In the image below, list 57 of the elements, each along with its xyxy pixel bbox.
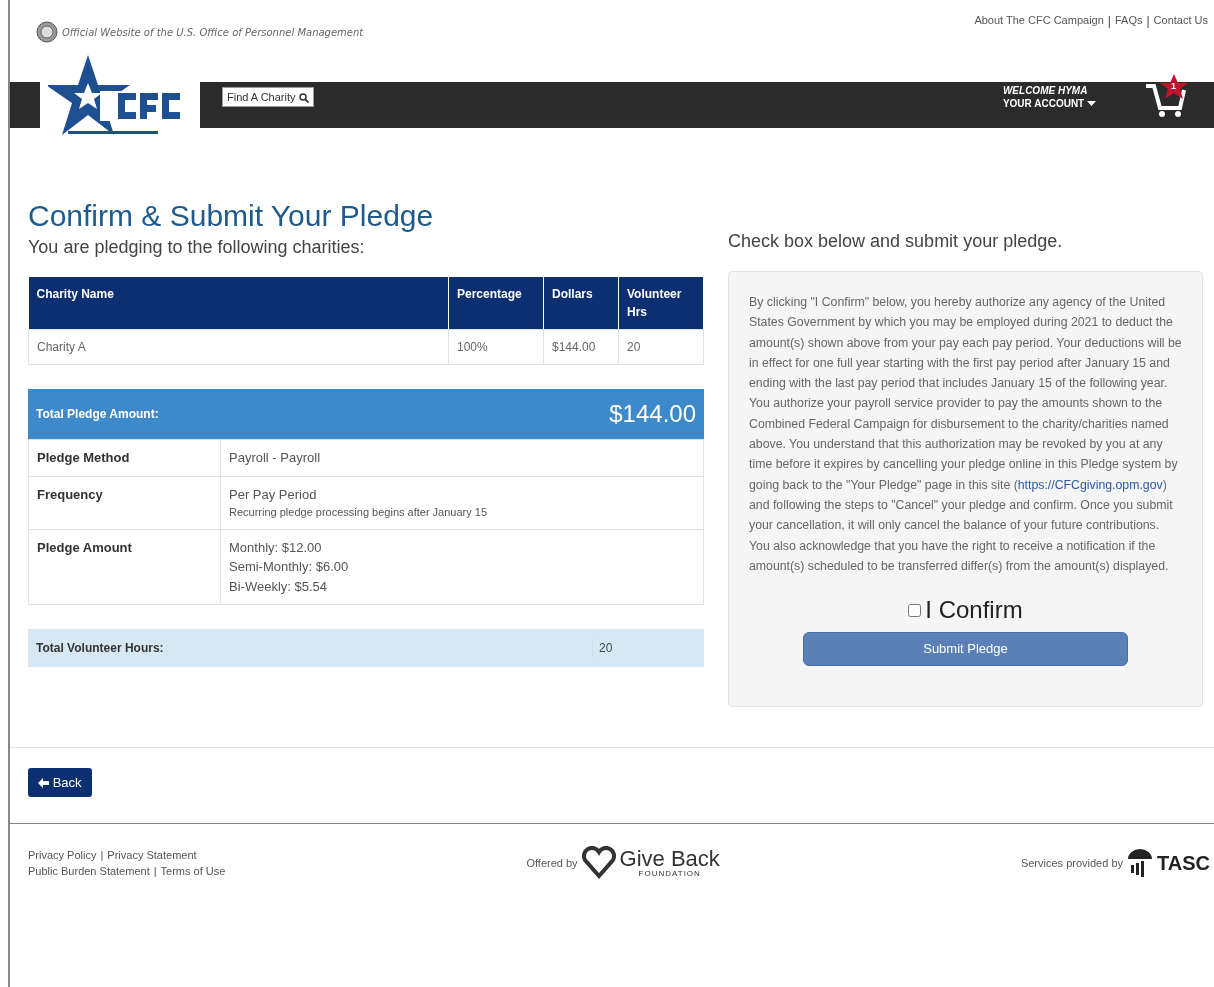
footer-link[interactable]: Terms of Use [160, 865, 226, 878]
footer-link[interactable]: Privacy Statement [107, 848, 197, 861]
account-menu[interactable]: YOUR ACCOUNT [1002, 97, 1096, 110]
detail-value: Per Pay Period [229, 485, 318, 504]
services-text: Services provided by [1020, 855, 1123, 871]
link-separator: | [100, 848, 104, 861]
column-header: Dollars [543, 277, 619, 330]
total-pledge-label: Total Pledge Amount: [36, 406, 159, 423]
detail-label: Pledge Amount [28, 529, 221, 605]
seal-icon [36, 21, 58, 43]
volunteer-hours-value: 20 [592, 639, 704, 657]
confirm-label: I Confirm [925, 595, 1023, 626]
submit-pledge-button[interactable]: Submit Pledge [803, 632, 1128, 666]
detail-value: Monthly: $12.00 [229, 538, 323, 557]
detail-value: Payroll - Payroll [229, 449, 322, 467]
column-header: Volunteer Hrs [618, 277, 704, 330]
link-separator: | [1146, 13, 1150, 30]
panel-heading: Check box below and submit your pledge. [728, 230, 1064, 253]
page-title: Confirm & Submit Your Pledge [28, 198, 435, 234]
table-cell: Charity A [28, 329, 449, 365]
search-icon [298, 92, 309, 103]
offered-by-text: Offered by [526, 855, 578, 871]
give-back-text: Give Back [619, 848, 720, 871]
disclaimer-link[interactable]: https://CFCgiving.opm.gov [1017, 477, 1163, 492]
heart-icon [581, 846, 616, 881]
welcome-text: WELCOME HYMA [1002, 84, 1089, 97]
table-cell: $144.00 [543, 329, 619, 365]
detail-label: Frequency [28, 476, 221, 529]
column-header: Charity Name [28, 277, 449, 330]
total-pledge-value: $144.00 [609, 399, 696, 429]
detail-label: Pledge Method [28, 439, 221, 476]
subtitle: You are pledging to the following charities: [28, 236, 366, 259]
top-link[interactable]: FAQs [1114, 12, 1143, 52]
confirm-checkbox[interactable] [908, 603, 922, 617]
tasc-logo-icon [1127, 849, 1153, 878]
footer-link[interactable]: Privacy Policy [28, 848, 97, 861]
table-cell: 20 [618, 329, 704, 365]
back-button[interactable]: Back [28, 767, 92, 798]
column-header: Percentage [448, 277, 544, 330]
detail-value: Bi-Weekly: $5.54 [229, 577, 329, 596]
top-link[interactable]: Contact Us [1153, 12, 1208, 52]
link-separator: | [1107, 13, 1111, 30]
foundation-text: FOUNDATION [637, 870, 702, 879]
caret-icon [1087, 101, 1096, 108]
disclaimer-text: By clicking "I Confirm" below, you hereby authorize any agency of the United States Government by which you may be employed during 2021 to deduct the amount(s) shown above from your pay each pay period. Your deductions will be in effect for one full year starting with the first pay period after January 15 and ending with the last pay period that includes January 15 of the following year. You authorize your payroll service provider to pay the amounts shown to the Combined Federal Campaign for disbursement to the charity/charities named above. You understand that this authorization may be revoked by you at any time before it expires by cancelling your pledge online in this Pledge system by going back to the "Your Pledge" page in this site (https://CFCgiving.opm.gov) and following the steps to "Cancel" your pledge and confirm. Once you submit your cancellation, it will only cancel the balance of your future contributions. You also acknowledge that you have the right to receive a notification if the amount(s) scheduled to be transferred differ(s) from the amount(s) displayed. [749, 294, 1182, 575]
table-cell: 100% [448, 329, 544, 365]
detail-value: Semi-Monthly: $6.00 [229, 558, 350, 576]
link-separator: | [153, 865, 157, 878]
arrow-left-icon [38, 778, 49, 789]
footer-link[interactable]: Public Burden Statement [28, 865, 150, 878]
detail-note: Recurring pledge processing begins after January 15 [229, 505, 489, 520]
tasc-text: TASC [1157, 851, 1210, 877]
official-website-text: Official Website of the U.S. Office of Personnel Management [62, 25, 364, 40]
cart-count: 1 [1171, 80, 1176, 93]
top-link[interactable]: About The CFC Campaign [974, 12, 1104, 52]
volunteer-hours-label: Total Volunteer Hours: [35, 640, 165, 657]
find-charity-button[interactable]: Find A Charity [222, 86, 314, 108]
